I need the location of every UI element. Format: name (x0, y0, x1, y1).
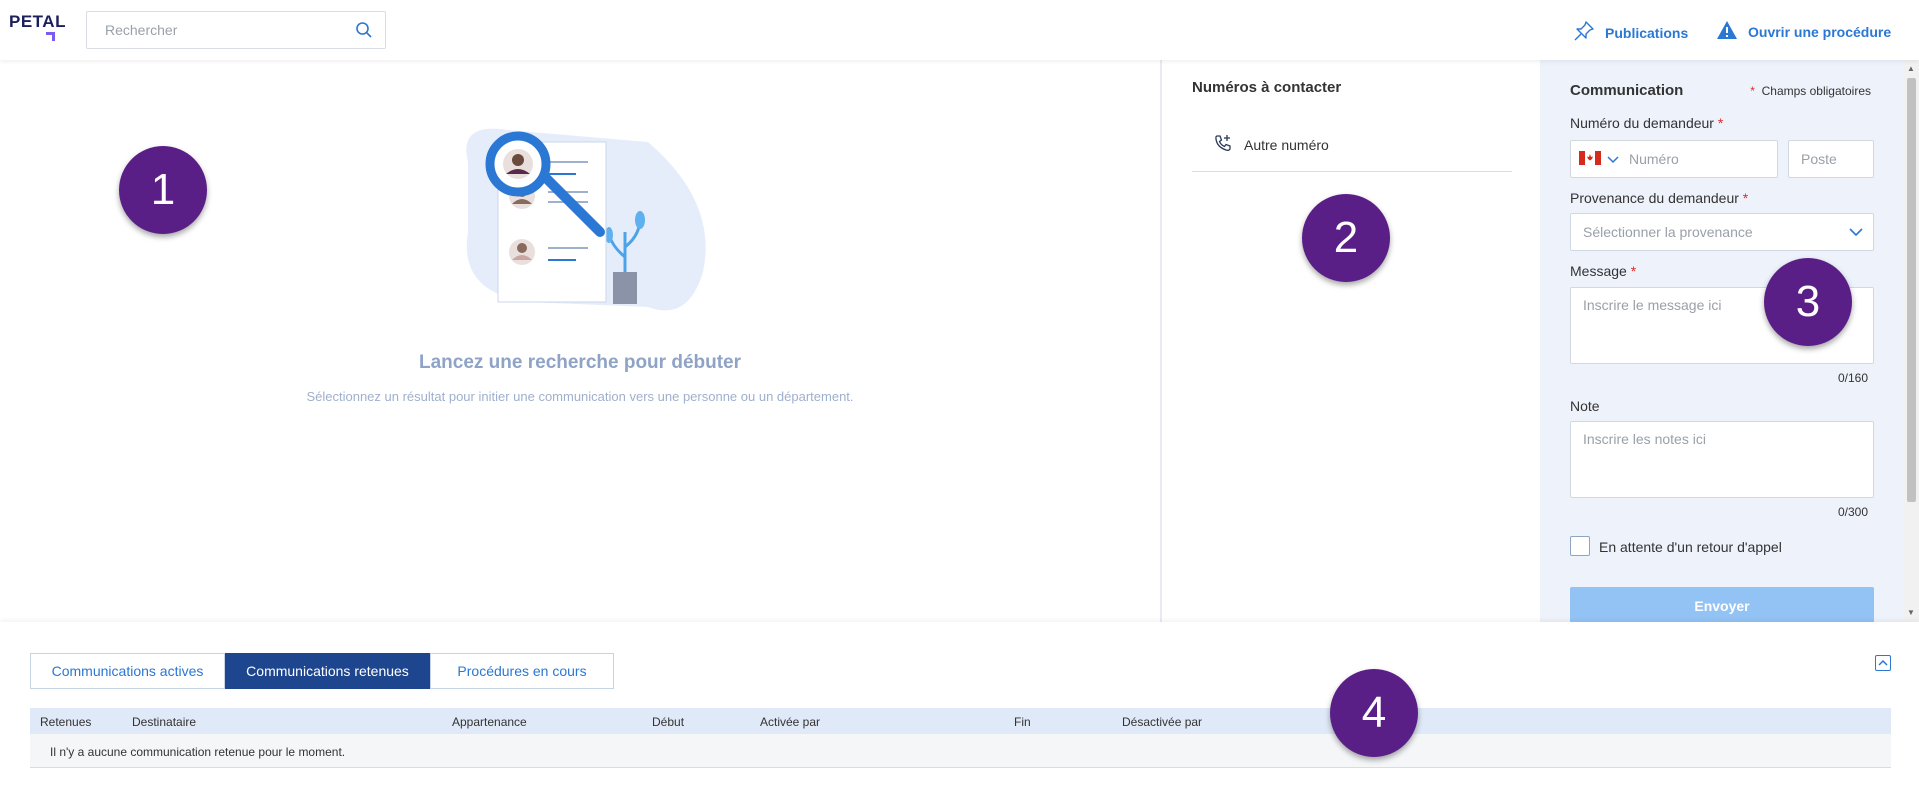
badge-1: 1 (119, 146, 207, 234)
required-star: * (1630, 263, 1637, 279)
note-placeholder: Inscrire les notes ici (1583, 431, 1706, 447)
publications-label: Publications (1605, 24, 1689, 41)
contacts-panel: Numéros à contacter Autre numéro (1162, 60, 1540, 622)
origin-label: Provenance du demandeur * (1570, 190, 1748, 206)
phone-add-icon (1214, 134, 1232, 155)
column-header[interactable]: Retenues (40, 715, 91, 729)
chevron-down-icon (1849, 224, 1863, 240)
origin-label-text: Provenance du demandeur (1570, 190, 1739, 206)
tab-held-communications[interactable]: Communications retenues (225, 653, 430, 689)
scroll-thumb[interactable] (1907, 78, 1916, 502)
required-note: * Champs obligatoires (1750, 84, 1871, 98)
form-title: Communication (1570, 82, 1684, 99)
column-header[interactable]: Début (652, 715, 684, 729)
requester-number-label-text: Numéro du demandeur (1570, 115, 1714, 131)
other-number-label: Autre numéro (1244, 136, 1329, 153)
communications-panel: Communications actives Communications re… (0, 622, 1919, 809)
note-counter: 0/300 (1837, 505, 1868, 519)
badge-2: 2 (1302, 194, 1390, 282)
extension-field[interactable]: Poste (1788, 140, 1874, 178)
number-placeholder: Numéro (1629, 151, 1679, 167)
badge-4: 4 (1330, 669, 1418, 757)
communication-form: Communication * Champs obligatoires Numé… (1540, 60, 1904, 625)
logo-mark-icon (46, 32, 55, 41)
form-scrollbar[interactable]: ▲ ▼ (1904, 60, 1919, 622)
search-results-panel: Lancez une recherche pour débuter Sélect… (0, 60, 1160, 622)
publications-link[interactable]: Publications (1573, 20, 1688, 45)
requester-number-field[interactable]: Numéro (1570, 140, 1778, 178)
open-procedure-link[interactable]: Ouvrir une procédure (1716, 20, 1891, 43)
search-illustration (448, 122, 718, 327)
note-label: Note (1570, 398, 1600, 414)
table-header: Retenues Destinataire Appartenance Début… (30, 708, 1891, 734)
search-box[interactable] (86, 11, 386, 49)
message-label-text: Message (1570, 263, 1627, 279)
petal-logo[interactable]: PETAL (9, 12, 66, 32)
column-header[interactable]: Activée par (760, 715, 820, 729)
held-communications-table: Retenues Destinataire Appartenance Début… (30, 708, 1891, 768)
tab-ongoing-procedures[interactable]: Procédures en cours (430, 653, 614, 689)
origin-select[interactable]: Sélectionner la provenance (1570, 213, 1874, 251)
search-input[interactable] (87, 12, 327, 48)
send-button[interactable]: Envoyer (1570, 587, 1874, 625)
column-header[interactable]: Appartenance (452, 715, 527, 729)
required-star: * (1750, 84, 1755, 98)
requester-number-label: Numéro du demandeur * (1570, 115, 1723, 131)
warning-icon (1716, 20, 1738, 43)
top-bar: PETAL Publications Ouvrir une procédure (0, 0, 1919, 60)
empty-state-title: Lancez une recherche pour débuter (418, 352, 742, 373)
contacts-title: Numéros à contacter (1192, 79, 1342, 96)
chevron-down-icon[interactable] (1607, 151, 1619, 167)
required-star: * (1742, 190, 1749, 206)
empty-table-message: Il n'y a aucune communication retenue po… (50, 745, 346, 759)
scroll-down-icon[interactable]: ▼ (1907, 608, 1915, 617)
table-empty-row: Il n'y a aucune communication retenue po… (30, 734, 1891, 768)
column-header[interactable]: Fin (1014, 715, 1031, 729)
badge-3: 3 (1764, 258, 1852, 346)
chevron-up-icon (1878, 659, 1888, 666)
required-star: * (1717, 115, 1724, 131)
message-counter: 0/160 (1837, 371, 1868, 385)
callback-label[interactable]: En attente d'un retour d'appel (1599, 539, 1782, 555)
message-placeholder: Inscrire le message ici (1583, 297, 1722, 313)
tab-active-communications[interactable]: Communications actives (30, 653, 225, 689)
empty-state-subtitle: Sélectionnez un résultat pour initier un… (306, 389, 854, 404)
message-label: Message * (1570, 263, 1636, 279)
canada-flag-icon[interactable] (1579, 150, 1601, 168)
scroll-up-icon[interactable]: ▲ (1907, 64, 1915, 73)
pin-icon (1573, 20, 1595, 45)
column-header[interactable]: Désactivée par (1122, 715, 1202, 729)
extension-placeholder: Poste (1801, 151, 1837, 167)
search-icon[interactable] (355, 21, 373, 44)
note-textarea[interactable]: Inscrire les notes ici (1570, 421, 1874, 498)
required-note-text: Champs obligatoires (1761, 84, 1871, 98)
communications-tabs: Communications actives Communications re… (30, 653, 614, 689)
origin-placeholder: Sélectionner la provenance (1583, 224, 1753, 240)
other-number-item[interactable]: Autre numéro (1192, 128, 1512, 172)
column-header[interactable]: Destinataire (132, 715, 196, 729)
collapse-button[interactable] (1875, 655, 1891, 671)
callback-checkbox[interactable] (1570, 536, 1590, 556)
open-procedure-label: Ouvrir une procédure (1748, 23, 1892, 40)
